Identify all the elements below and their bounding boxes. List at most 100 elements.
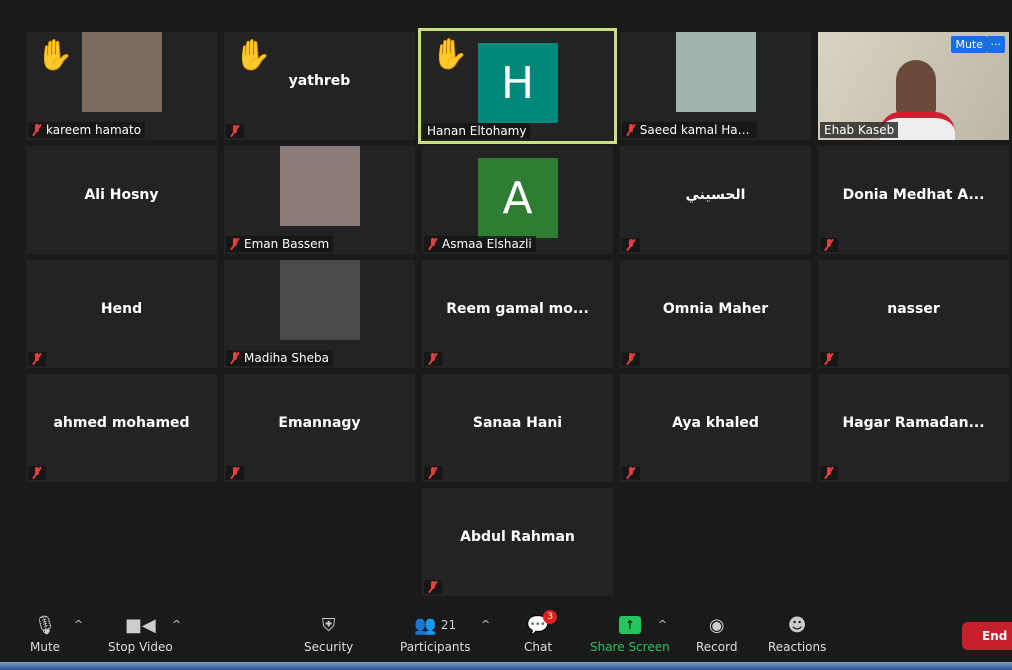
muted-mic-icon (428, 238, 438, 250)
profile-picture (279, 146, 360, 226)
security-button[interactable]: ⛨ Security (304, 614, 353, 655)
participant-tile[interactable]: ahmed mohamed (26, 374, 217, 482)
name-label: kareem hamato (28, 122, 146, 138)
reactions-button[interactable]: ☻ Reactions (768, 614, 826, 655)
participant-name: Asmaa Elshazli (442, 237, 532, 251)
participant-name: Eman Bassem (244, 237, 330, 251)
avatar: H (477, 43, 558, 123)
participant-tile[interactable]: Emannagy (224, 374, 415, 482)
end-meeting-button[interactable]: End (962, 622, 1012, 650)
participant-tile[interactable]: nasser (818, 260, 1009, 368)
participant-tile[interactable]: Mute ··· Ehab Kaseb (818, 32, 1009, 140)
tile-more-button[interactable]: ··· (986, 36, 1005, 53)
people-icon: 👥 (414, 614, 437, 636)
participant-name: Reem gamal mo... (446, 300, 589, 317)
name-label (820, 238, 838, 252)
participant-name: Aya khaled (672, 414, 759, 431)
muted-mic-icon (824, 467, 834, 479)
record-button[interactable]: ◉ Record (696, 614, 738, 655)
participant-name: kareem hamato (46, 123, 142, 137)
muted-mic-icon (428, 581, 438, 593)
mute-button[interactable]: 🎙 Mute (30, 614, 61, 655)
participant-tile[interactable]: الحسيني (620, 146, 811, 254)
video-options-caret[interactable]: ^ (172, 618, 181, 631)
participant-tile[interactable]: A Asmaa Elshazli (422, 146, 613, 254)
name-label: Asmaa Elshazli (424, 236, 536, 252)
participant-name: Emannagy (278, 414, 361, 431)
share-options-caret[interactable]: ^ (658, 618, 667, 631)
name-label (622, 352, 640, 366)
name-label (28, 352, 46, 366)
participant-name: nasser (887, 300, 940, 317)
participant-name: Hanan Eltohamy (427, 124, 527, 138)
participants-icon-group: 👥 21 (414, 614, 456, 636)
participants-button[interactable]: 👥 21 Participants (400, 614, 471, 655)
participant-tile[interactable]: yathreb ✋ (224, 32, 415, 140)
participant-tile[interactable]: Donia Medhat A... (818, 146, 1009, 254)
muted-mic-icon (230, 352, 240, 364)
participant-name: الحسيني (685, 186, 746, 203)
raised-hand-icon: ✋ (431, 37, 469, 72)
muted-mic-icon (32, 467, 42, 479)
name-label (424, 580, 442, 594)
participant-name: Hagar Ramadan... (842, 414, 985, 431)
participant-tile[interactable]: Aya khaled (620, 374, 811, 482)
muted-mic-icon (824, 239, 834, 251)
participant-tile[interactable]: Sanaa Hani (422, 374, 613, 482)
name-label (424, 466, 442, 480)
avatar: A (477, 158, 558, 238)
participant-name: Madiha Sheba (244, 351, 330, 365)
stop-video-button[interactable]: ■◀ Stop Video (108, 614, 173, 655)
muted-mic-icon (32, 353, 42, 365)
muted-mic-icon (626, 239, 636, 251)
name-label (226, 466, 244, 480)
participant-name: Ehab Kaseb (824, 123, 895, 137)
participant-tile[interactable]: Reem gamal mo... (422, 260, 613, 368)
participant-name: Sanaa Hani (472, 414, 563, 431)
participant-name: Saeed kamal Has... (639, 123, 753, 137)
muted-mic-icon (626, 353, 636, 365)
participant-tile[interactable]: ✋ kareem hamato (26, 32, 217, 140)
windows-taskbar (0, 662, 1012, 670)
participant-tile[interactable]: Eman Bassem (224, 146, 415, 254)
name-label (820, 466, 838, 480)
stop-video-label: Stop Video (108, 640, 173, 654)
profile-picture (81, 32, 162, 112)
chat-badge: 3 (543, 610, 558, 624)
audio-options-caret[interactable]: ^ (74, 618, 83, 631)
name-label (622, 238, 640, 252)
muted-mic-icon (626, 467, 636, 479)
muted-mic-icon (428, 467, 438, 479)
participants-caret[interactable]: ^ (481, 618, 490, 631)
participant-tile[interactable]: H ✋ Hanan Eltohamy (418, 28, 617, 144)
participant-name: Donia Medhat A... (842, 186, 985, 203)
muted-mic-icon (824, 353, 834, 365)
mute-label: Mute (30, 640, 61, 654)
name-label: Madiha Sheba (226, 350, 334, 366)
tile-mute-button[interactable]: Mute (951, 36, 987, 53)
participant-name: ahmed mohamed (53, 414, 190, 431)
chat-icon: 💬 3 (527, 610, 558, 636)
participant-name: Abdul Rahman (460, 528, 575, 545)
record-label: Record (696, 640, 738, 654)
shield-icon: ⛨ (321, 614, 336, 636)
muted-mic-icon (230, 467, 240, 479)
muted-mic-icon (230, 125, 240, 137)
raised-hand-icon: ✋ (234, 38, 272, 73)
chat-label: Chat (524, 640, 553, 654)
share-screen-icon: ↑ (618, 614, 641, 636)
chat-button[interactable]: 💬 3 Chat (524, 610, 558, 654)
muted-mic-icon (626, 124, 636, 136)
participant-tile[interactable]: Omnia Maher (620, 260, 811, 368)
participant-tile[interactable]: Saeed kamal Has... (620, 32, 811, 140)
participant-tile[interactable]: Hagar Ramadan... (818, 374, 1009, 482)
participant-tile[interactable]: Madiha Sheba (224, 260, 415, 368)
muted-mic-icon (428, 353, 438, 365)
participant-tile[interactable]: Hend (26, 260, 217, 368)
raised-hand-icon: ✋ (36, 38, 74, 73)
participant-name: Hend (100, 300, 143, 317)
name-label (820, 352, 838, 366)
participant-tile[interactable]: Abdul Rahman (422, 488, 613, 596)
participant-tile[interactable]: Ali Hosny (26, 146, 217, 254)
profile-picture (279, 260, 360, 340)
